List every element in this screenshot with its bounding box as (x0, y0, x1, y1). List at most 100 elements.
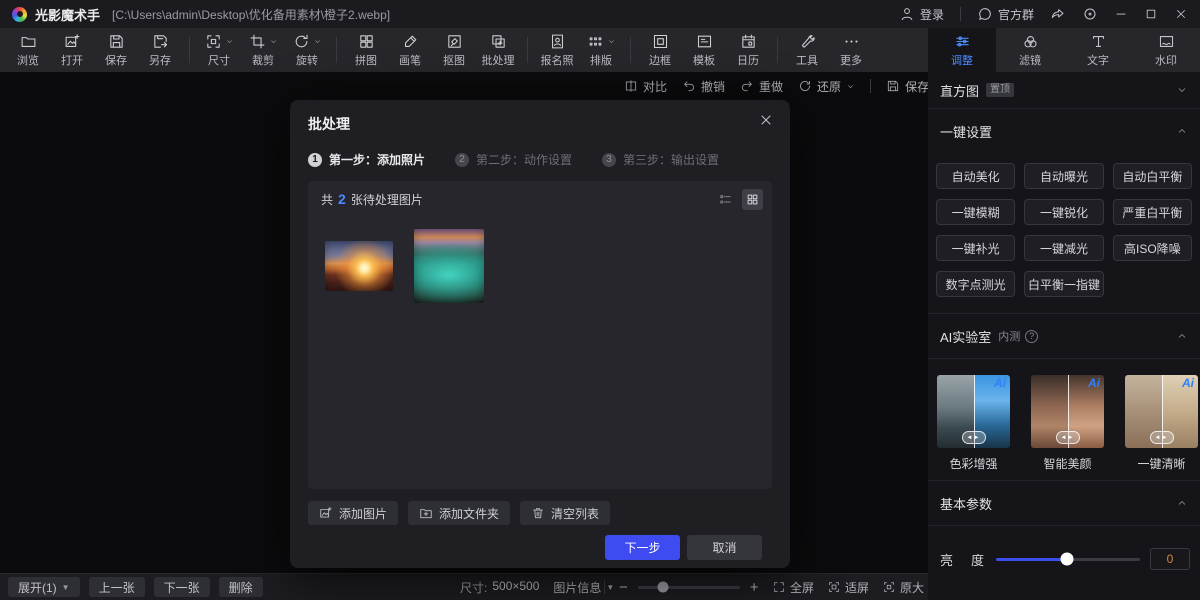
quick-action-button[interactable]: 一键模糊 (936, 199, 1015, 225)
toolbar-item-label: 打开 (61, 52, 83, 68)
wizard-step-2: 2第二步：动作设置 (455, 151, 572, 168)
zoom-slider[interactable] (638, 586, 740, 589)
toolbar-item-resize[interactable]: 尺寸 (197, 32, 241, 68)
toolbar-item-rotate[interactable]: 旋转 (285, 32, 329, 68)
toolbar-separator (336, 37, 337, 63)
quick-action-button[interactable]: 一键减光 (1024, 235, 1103, 261)
toolbar-item-calendar[interactable]: 日历 (726, 32, 770, 68)
tab-watermark[interactable]: 水印 (1132, 28, 1200, 72)
compare-button[interactable]: 对比 (624, 78, 667, 95)
dialog-close-icon[interactable] (758, 112, 774, 128)
chevron-down-icon[interactable] (1176, 84, 1188, 96)
toolbar-item-more[interactable]: 更多 (829, 32, 873, 68)
toolbar-item-cutout[interactable]: 抠图 (432, 32, 476, 68)
toolbar-item-id-photo[interactable]: 报名照 (535, 32, 579, 68)
toolbar-item-icon-row (108, 32, 125, 51)
quick-action-button[interactable]: 严重白平衡 (1113, 199, 1192, 225)
settings-gear-icon[interactable] (1082, 6, 1098, 22)
login-label: 登录 (920, 6, 944, 23)
quick-action-button[interactable]: 高ISO降噪 (1113, 235, 1192, 261)
zoom-out-button[interactable]: − (619, 580, 628, 595)
action-bar: 对比撤销重做还原保存动作 (624, 75, 953, 97)
count-prefix: 共 (321, 191, 333, 208)
toolbar-item-template[interactable]: 模板 (682, 32, 726, 68)
toolbar-item-collage[interactable]: 拼图 (344, 32, 388, 68)
official-group-button[interactable]: 官方群 (977, 6, 1034, 23)
zoom-in-button[interactable]: + (750, 580, 759, 595)
brightness-value-field[interactable]: 0 (1150, 548, 1190, 570)
before-after-toggle-icon[interactable]: ◄► (962, 431, 986, 444)
ai-lab-header[interactable]: AI实验室 内测 ? (928, 314, 1200, 358)
collage-icon (358, 33, 375, 50)
toolbar-separator (527, 37, 528, 63)
basic-params-header[interactable]: 基本参数 (928, 481, 1200, 525)
chevron-up-icon[interactable] (1176, 125, 1188, 137)
next-image-button[interactable]: 下一张 (154, 577, 210, 597)
one-key-header[interactable]: 一键设置 (928, 109, 1200, 153)
toolbar-item-brush[interactable]: 画笔 (388, 32, 432, 68)
maximize-icon[interactable] (1144, 7, 1158, 21)
list-view-button[interactable] (715, 189, 736, 210)
cancel-button[interactable]: 取消 (687, 535, 762, 560)
quick-action-button[interactable]: 自动美化 (936, 163, 1015, 189)
add-image-button[interactable]: 添加图片 (308, 501, 398, 525)
histogram-header[interactable]: 直方图 置顶 (928, 72, 1200, 108)
toolbar-item-save-as[interactable]: 另存 (138, 32, 182, 68)
prev-image-button[interactable]: 上一张 (89, 577, 145, 597)
toolbar-item-border[interactable]: 边框 (638, 32, 682, 68)
tab-text[interactable]: 文字 (1064, 28, 1132, 72)
ai-card[interactable]: Ai◄►一键清晰 (1125, 375, 1198, 472)
quick-action-button[interactable]: 白平衡一指键 (1024, 271, 1103, 297)
before-after-toggle-icon[interactable]: ◄► (1150, 431, 1174, 444)
fit-screen-button[interactable]: 适屏 (827, 579, 869, 596)
quick-action-button[interactable]: 自动曝光 (1024, 163, 1103, 189)
fullscreen-icon (772, 580, 786, 594)
save-icon (886, 79, 900, 93)
tab-adjust[interactable]: 调整 (928, 28, 996, 72)
undo-button[interactable]: 撤销 (682, 78, 725, 95)
image-plus-icon (64, 33, 81, 50)
chevron-down-icon (225, 37, 234, 46)
restore-button[interactable]: 还原 (798, 78, 855, 95)
toolbar-item-save[interactable]: 保存 (94, 32, 138, 68)
share-icon[interactable] (1050, 6, 1066, 22)
login-button[interactable]: 登录 (899, 6, 944, 23)
clear-list-button[interactable]: 清空列表 (520, 501, 610, 525)
quick-action-button[interactable]: 自动白平衡 (1113, 163, 1192, 189)
ai-card[interactable]: Ai◄►智能美颜 (1031, 375, 1104, 472)
add-folder-button[interactable]: 添加文件夹 (408, 501, 510, 525)
toolbar-item-tools[interactable]: 工具 (785, 32, 829, 68)
crop-icon (249, 33, 266, 50)
fullscreen-button[interactable]: 全屏 (772, 579, 814, 596)
brightness-slider[interactable] (996, 558, 1140, 561)
actual-size-button[interactable]: 原大 (882, 579, 924, 596)
delete-image-button[interactable]: 删除 (219, 577, 263, 597)
clear-list-label: 清空列表 (551, 505, 599, 522)
toolbar-item-batch[interactable]: 批处理 (476, 32, 520, 68)
toolbar-item-browse[interactable]: 浏览 (6, 32, 50, 68)
minimize-icon[interactable] (1114, 7, 1128, 21)
brightness-slider-thumb[interactable] (1060, 553, 1073, 566)
toolbar-item-crop[interactable]: 裁剪 (241, 32, 285, 68)
before-after-toggle-icon[interactable]: ◄► (1056, 431, 1080, 444)
expand-button[interactable]: 展开(1) ▼ (8, 577, 80, 597)
chevron-up-icon[interactable] (1176, 497, 1188, 509)
photo-thumbnail-waterfall[interactable] (414, 229, 484, 303)
window-close-icon[interactable] (1174, 7, 1188, 21)
photo-thumbnail-sunset[interactable] (325, 241, 393, 291)
toolbar-item-layout[interactable]: 排版 (579, 32, 623, 68)
toolbar-item-open[interactable]: 打开 (50, 32, 94, 68)
compare-icon (624, 79, 638, 93)
quick-action-button[interactable]: 一键补光 (936, 235, 1015, 261)
ai-card-label: 色彩增强 (937, 455, 1010, 472)
next-step-button[interactable]: 下一步 (605, 535, 680, 560)
grid-view-button[interactable] (742, 189, 763, 210)
tab-filter[interactable]: 滤镜 (996, 28, 1064, 72)
help-question-icon[interactable]: ? (1025, 330, 1038, 343)
redo-button[interactable]: 重做 (740, 78, 783, 95)
quick-action-button[interactable]: 一键锐化 (1024, 199, 1103, 225)
zoom-slider-thumb[interactable] (658, 582, 669, 593)
quick-action-button[interactable]: 数字点测光 (936, 271, 1015, 297)
ai-card[interactable]: Ai◄►色彩增强 (937, 375, 1010, 472)
chevron-up-icon[interactable] (1176, 330, 1188, 342)
